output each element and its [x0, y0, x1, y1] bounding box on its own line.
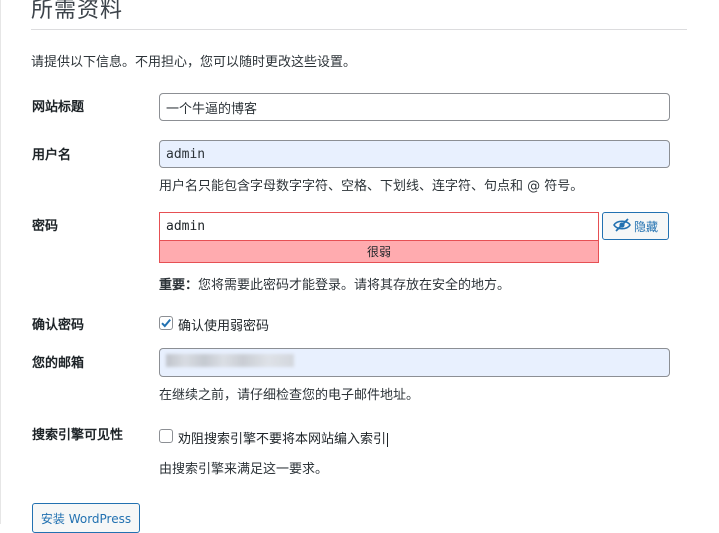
- intro-text: 请提供以下信息。不用担心，您可以随时更改这些设置。: [31, 55, 357, 70]
- text-cursor: [387, 432, 389, 447]
- search-visibility-description: 由搜索引擎来满足这一要求。: [159, 462, 329, 477]
- search-visibility-label: 搜索引擎可见性: [32, 428, 124, 443]
- email-description: 在继续之前，请仔细检查您的电子邮件地址。: [159, 388, 420, 403]
- site-title-input[interactable]: 一个牛逼的博客: [159, 93, 670, 121]
- confirm-password-label: 确认密码: [32, 318, 85, 333]
- username-value: admin: [166, 146, 206, 162]
- password-value: admin: [166, 219, 206, 234]
- confirm-weak-password-checkbox[interactable]: [159, 316, 173, 330]
- password-strength-meter: 很弱: [159, 240, 599, 263]
- hide-password-label: 隐藏: [633, 219, 658, 234]
- username-description: 用户名只能包含字母数字字符、空格、下划线、连字符、句点和 @ 符号。: [159, 179, 584, 194]
- page-title: 所需资料: [31, 0, 124, 23]
- discourage-search-checkbox[interactable]: [159, 429, 173, 443]
- username-label: 用户名: [32, 148, 72, 163]
- email-value-redacted: [166, 354, 294, 367]
- password-field-group: admin 很弱: [159, 212, 599, 263]
- hide-password-button[interactable]: 隐藏: [602, 212, 669, 240]
- eye-slash-icon: [613, 217, 631, 235]
- password-note-text: 您将需要此密码才能登录。请将其存放在安全的地方。: [198, 278, 511, 293]
- checkmark-icon: [160, 314, 172, 333]
- title-divider: [31, 29, 687, 30]
- password-input[interactable]: admin: [159, 212, 599, 240]
- password-note-important: 重要：: [159, 278, 199, 293]
- username-input[interactable]: admin: [159, 140, 670, 168]
- discourage-search-label: 劝阻搜索引擎不要将本网站编入索引: [178, 432, 389, 447]
- site-title-value: 一个牛逼的博客: [166, 101, 258, 117]
- site-title-label: 网站标题: [32, 100, 85, 115]
- email-label: 您的邮箱: [32, 356, 85, 371]
- install-form-page: 所需资料 请提供以下信息。不用担心，您可以随时更改这些设置。 网站标题 一个牛逼…: [0, 0, 719, 533]
- confirm-weak-password-label: 确认使用弱密码: [178, 319, 270, 334]
- password-label: 密码: [32, 219, 59, 234]
- password-note: 重要：您将需要此密码才能登录。请将其存放在安全的地方。: [159, 274, 510, 293]
- install-wordpress-button[interactable]: 安装 WordPress: [32, 503, 140, 533]
